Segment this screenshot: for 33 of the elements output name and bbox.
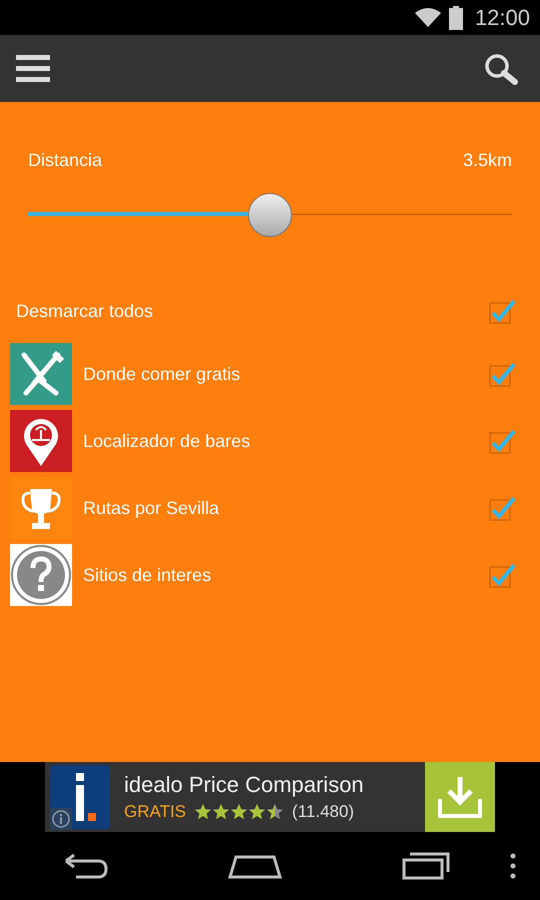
menu-icon[interactable]: [16, 54, 50, 82]
checkbox[interactable]: [488, 297, 518, 325]
checkbox[interactable]: [488, 494, 518, 522]
trophy-icon: [10, 477, 72, 539]
distance-slider[interactable]: [28, 193, 512, 237]
download-button[interactable]: [425, 762, 495, 832]
battery-icon: [448, 6, 463, 30]
recents-icon[interactable]: [402, 852, 450, 880]
download-icon: [437, 775, 483, 819]
distance-label: Distancia: [28, 150, 102, 171]
ad-price: GRATIS: [124, 802, 186, 822]
search-icon[interactable]: [484, 52, 518, 84]
category-label: Localizador de bares: [83, 430, 252, 452]
more-icon[interactable]: [510, 853, 516, 879]
wifi-icon: [414, 8, 441, 28]
clock: 12:00: [474, 4, 530, 30]
checkbox[interactable]: [488, 360, 518, 388]
slider-thumb[interactable]: [248, 193, 292, 237]
cutlery-icon: [10, 343, 72, 405]
ad-title: idealo Price Comparison: [124, 772, 365, 798]
map-pin-icon: [10, 410, 72, 472]
toggle-all-label: Desmarcar todos: [16, 300, 154, 322]
checkbox[interactable]: [488, 427, 518, 455]
category-label: Rutas por Sevilla: [83, 498, 220, 518]
question-icon: [10, 544, 72, 606]
info-icon[interactable]: [50, 808, 72, 830]
distance-reading: 3.5km: [462, 150, 512, 171]
checkbox[interactable]: [488, 561, 518, 589]
home-icon[interactable]: [228, 853, 282, 879]
ad-banner[interactable]: idealo Price Comparison GRATIS (11.480): [45, 762, 495, 832]
category-label: Donde comer gratis: [83, 364, 242, 384]
review-count: (11.480): [292, 802, 354, 822]
category-label: Sitios de interes: [83, 564, 212, 586]
